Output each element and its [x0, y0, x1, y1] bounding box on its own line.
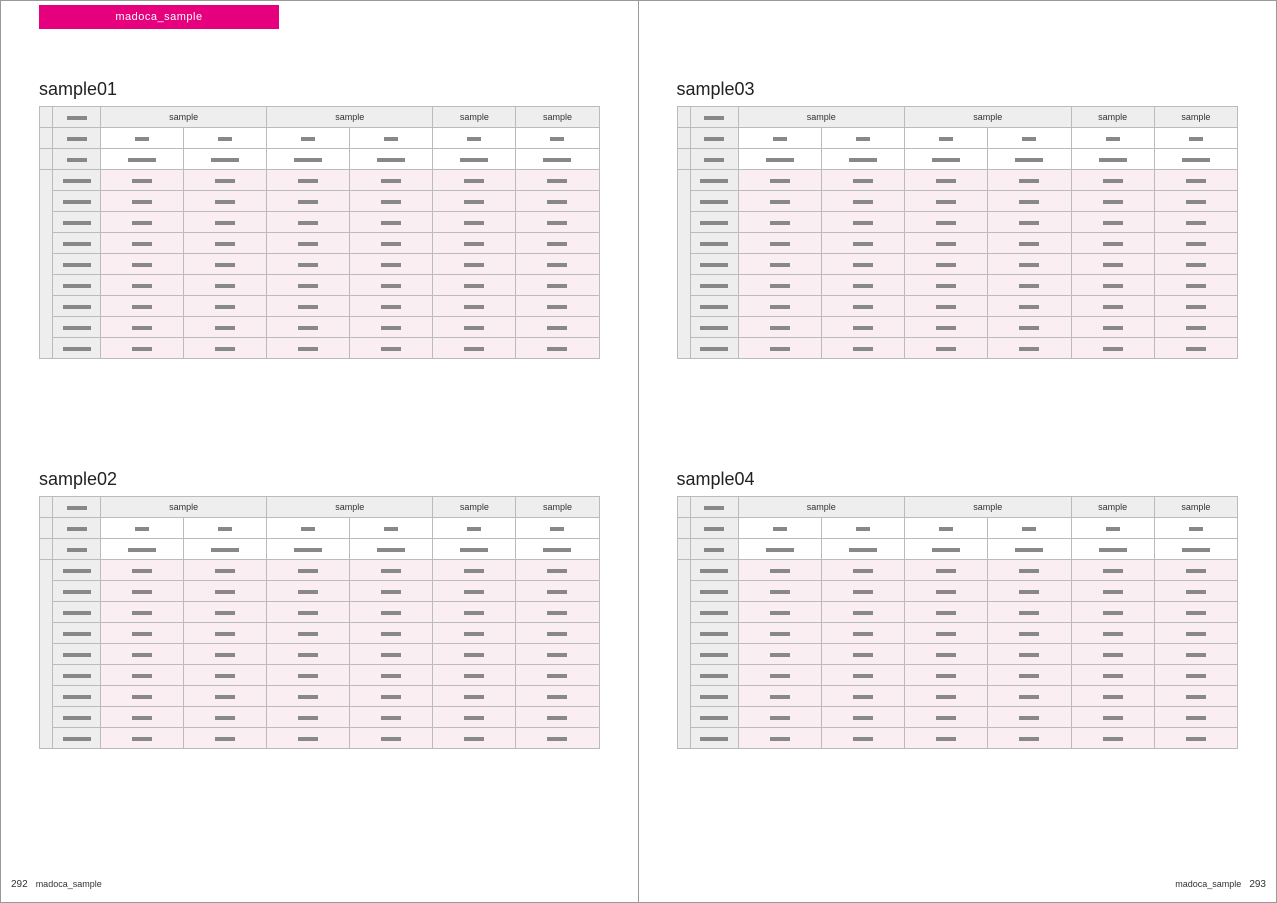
table-sample02: samplesamplesamplesample: [39, 496, 600, 749]
table-sample04: samplesamplesamplesample: [677, 496, 1239, 749]
footer-label: madoca_sample: [36, 879, 102, 889]
section-sample03: sample03 samplesamplesamplesample: [677, 79, 1239, 359]
footer-left: 292 madoca_sample: [11, 879, 102, 890]
page-number: 292: [11, 879, 28, 890]
page-spread: madoca_sample sample01 samplesamplesampl…: [0, 0, 1277, 903]
section-title: sample03: [677, 79, 1239, 100]
footer-right: madoca_sample 293: [1175, 879, 1266, 890]
footer-label: madoca_sample: [1175, 879, 1241, 889]
section-sample04: sample04 samplesamplesamplesample: [677, 469, 1239, 749]
section-title: sample04: [677, 469, 1239, 490]
table-sample01: samplesamplesamplesample: [39, 106, 600, 359]
section-sample01: sample01 samplesamplesamplesample: [39, 79, 600, 359]
section-title: sample02: [39, 469, 600, 490]
header-tab: madoca_sample: [39, 5, 279, 29]
section-sample02: sample02 samplesamplesamplesample: [39, 469, 600, 749]
page-number: 293: [1249, 879, 1266, 890]
table-sample03: samplesamplesamplesample: [677, 106, 1239, 359]
section-title: sample01: [39, 79, 600, 100]
page-right: sample03 samplesamplesamplesample sample…: [639, 1, 1277, 902]
page-left: madoca_sample sample01 samplesamplesampl…: [1, 1, 639, 902]
